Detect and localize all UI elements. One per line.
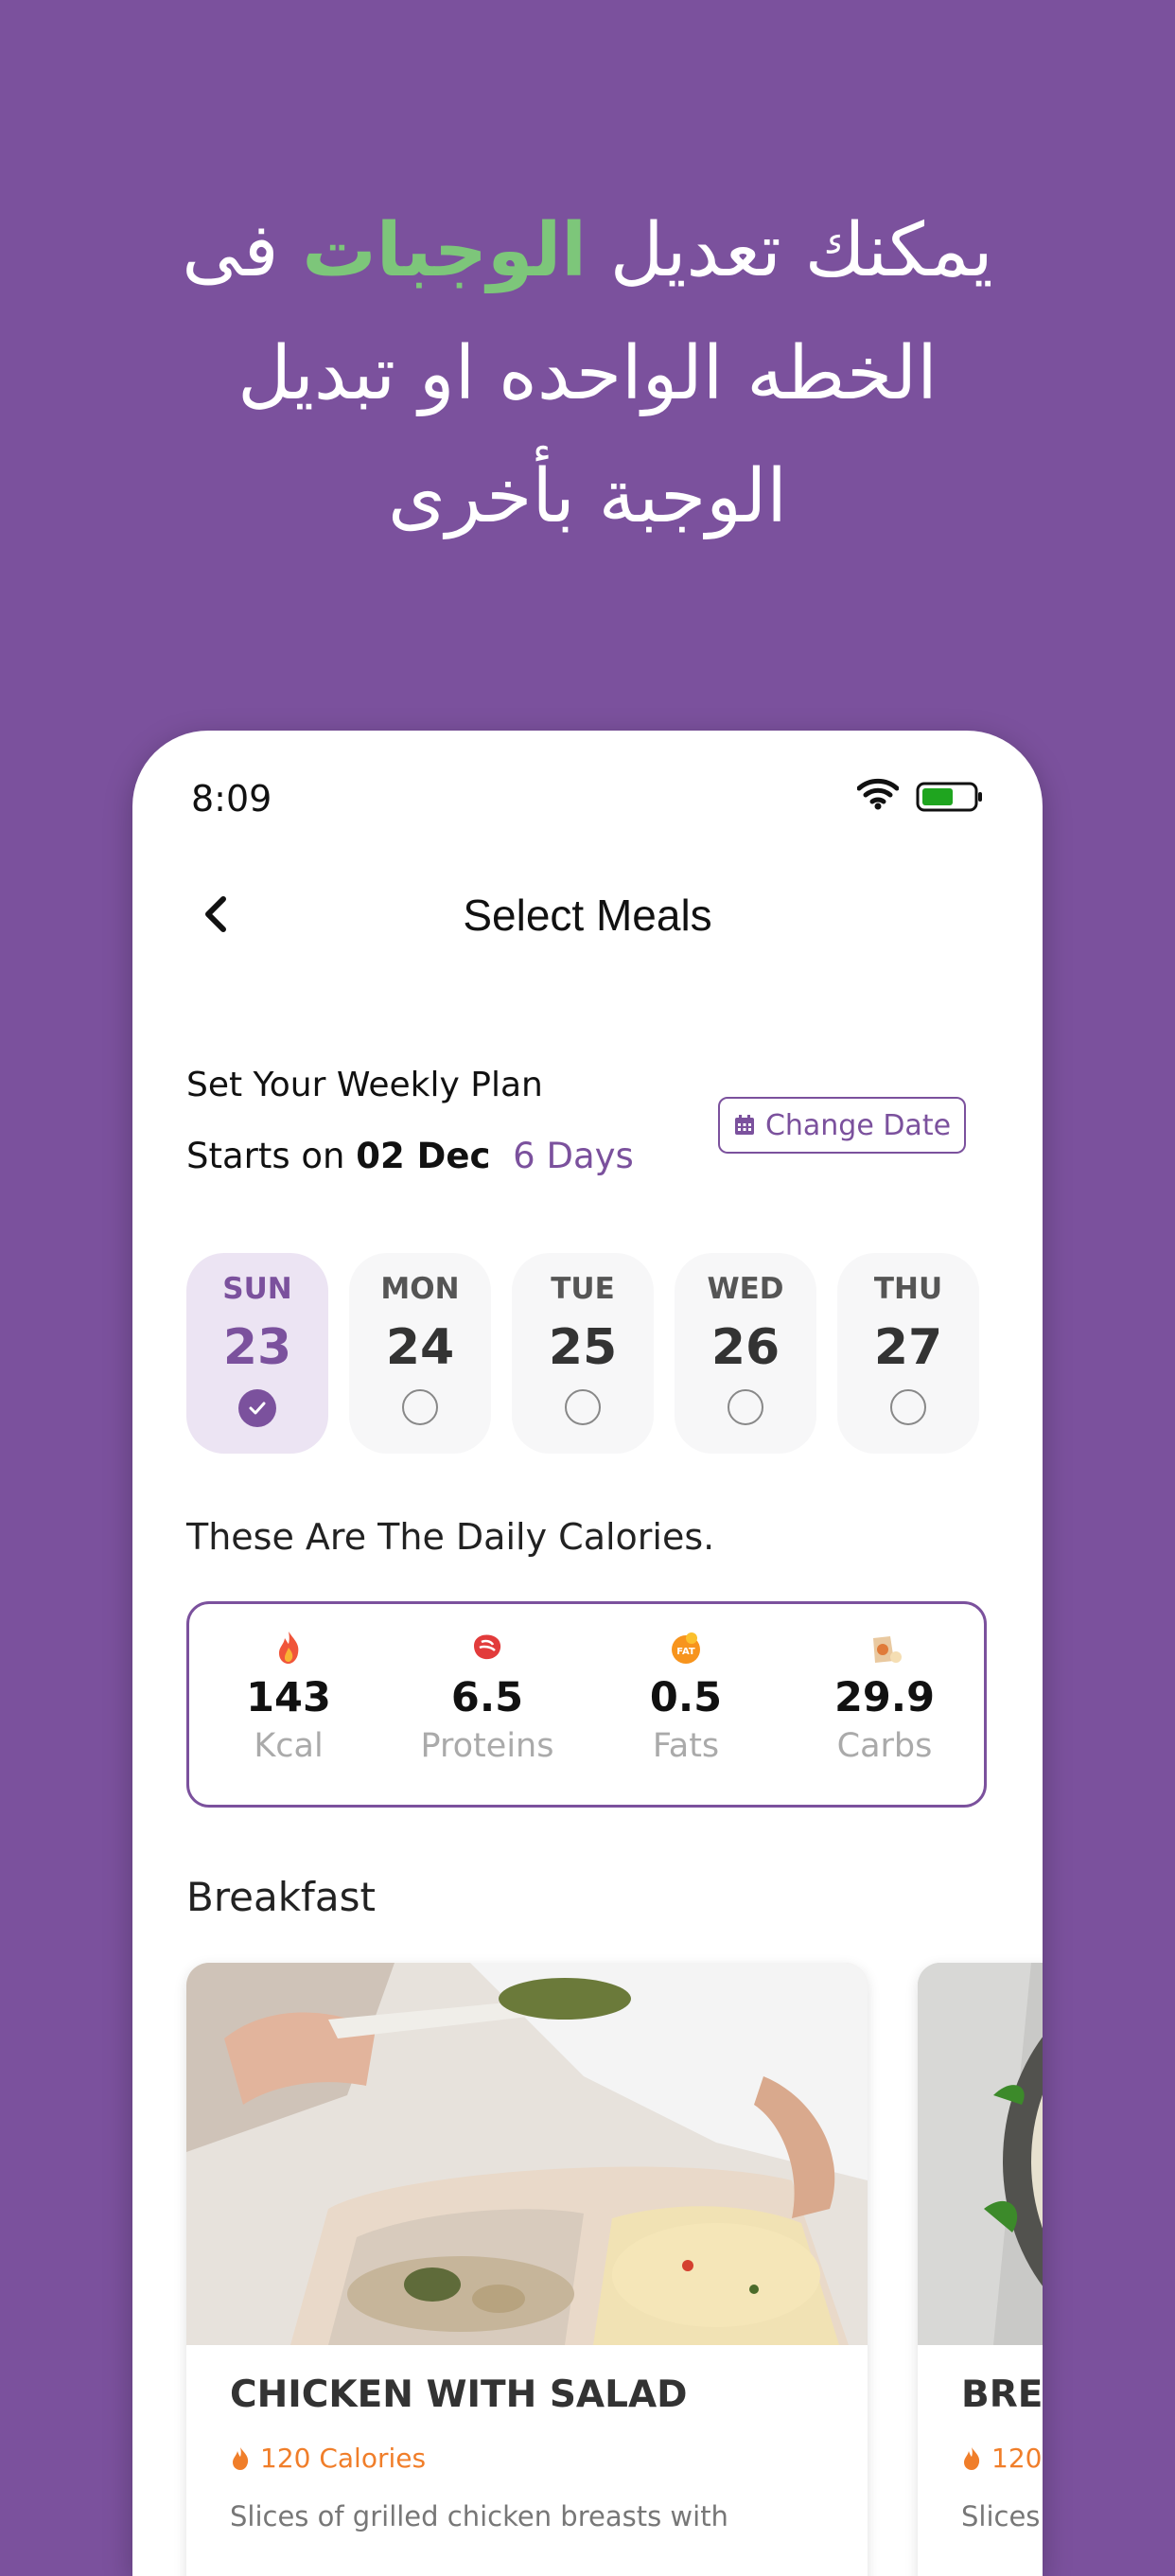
headline-line-2: الخطه الواحده او تبديل	[237, 331, 938, 416]
macro-carbs: 29.9 Carbs	[785, 1604, 984, 1805]
meal-card[interactable]: BREA 120 Slices	[918, 1963, 1043, 2576]
macro-proteins: 6.5 Proteins	[388, 1604, 587, 1805]
day-number: 26	[710, 1319, 780, 1376]
day-name: TUE	[551, 1272, 615, 1306]
day-name: SUN	[222, 1272, 292, 1306]
radio-circle-icon	[565, 1389, 601, 1425]
plan-title: Set Your Weekly Plan	[186, 1066, 543, 1104]
macro-label: Carbs	[836, 1727, 933, 1765]
phone-screen: 8:09 Select Meals Set Your Weekly Plan S…	[132, 731, 1043, 2576]
plan-duration: 6 Days	[513, 1136, 634, 1176]
nav-bar: Select Meals	[132, 873, 1043, 967]
meat-icon	[474, 1634, 501, 1660]
macro-fats: FAT 0.5 Fats	[587, 1604, 785, 1805]
check-circle-icon	[238, 1389, 276, 1427]
promo-headline: يمكنك تعديل الوجبات فى الخطه الواحده او …	[0, 189, 1175, 558]
macro-label: Fats	[652, 1727, 720, 1765]
plan-start-date: 02 Dec	[356, 1136, 491, 1176]
headline-line-1: يمكنك تعديل الوجبات فى	[182, 208, 993, 293]
macro-label: Kcal	[254, 1727, 324, 1765]
day-mon[interactable]: MON 24	[349, 1253, 491, 1454]
radio-circle-icon	[728, 1389, 763, 1425]
battery-icon	[916, 782, 984, 816]
macro-value: 143	[246, 1674, 331, 1721]
day-number: 24	[385, 1319, 455, 1376]
day-name: MON	[380, 1272, 460, 1306]
macro-value: 0.5	[649, 1674, 723, 1721]
carbs-icon	[873, 1636, 902, 1663]
meal-card[interactable]: CHICKEN WITH SALAD 120 Calories Slices o…	[186, 1963, 868, 2576]
flame-icon	[964, 2446, 980, 2470]
day-wed[interactable]: WED 26	[675, 1253, 816, 1454]
day-number: 23	[222, 1319, 292, 1376]
meal-description: Slices	[961, 2500, 1041, 2532]
day-sun[interactable]: SUN 23	[186, 1253, 328, 1454]
macro-label: Proteins	[420, 1727, 554, 1765]
calendar-icon	[734, 1115, 754, 1135]
page-title: Select Meals	[463, 891, 712, 940]
meal-info: BREA 120 Slices	[918, 2345, 1043, 2561]
flame-icon	[233, 2446, 249, 2470]
headline-highlight: الوجبات	[302, 208, 587, 293]
fat-icon: FAT	[672, 1632, 700, 1664]
day-thu[interactable]: THU 27	[837, 1253, 979, 1454]
day-selector: SUN 23 MON 24 TUE 25 WED 26 THU 27	[186, 1253, 979, 1454]
day-number: 27	[873, 1319, 943, 1376]
flame-icon	[279, 1632, 299, 1664]
status-bar: 8:09	[191, 776, 984, 823]
meal-info: CHICKEN WITH SALAD 120 Calories Slices o…	[186, 2345, 868, 2561]
meal-description: Slices of grilled chicken breasts with	[230, 2500, 728, 2532]
section-title-breakfast: Breakfast	[186, 1874, 376, 1920]
day-tue[interactable]: TUE 25	[512, 1253, 654, 1454]
meal-calories: 120	[961, 2443, 1043, 2474]
meal-calories: 120 Calories	[230, 2443, 824, 2474]
change-date-button[interactable]: Change Date	[718, 1097, 966, 1154]
day-name: WED	[707, 1272, 784, 1306]
headline-line-3: الوجبة بأخرى	[388, 454, 787, 539]
radio-circle-icon	[890, 1389, 926, 1425]
radio-circle-icon	[402, 1389, 438, 1425]
plan-start: Starts on 02 Dec 6 Days	[186, 1136, 634, 1176]
macro-value: 6.5	[450, 1674, 524, 1721]
meal-name: BREA	[961, 2373, 1043, 2416]
meal-image	[186, 1963, 868, 2345]
macros-summary: 143 Kcal 6.5 Proteins FAT 0.5 Fats 29.9 …	[186, 1601, 987, 1808]
svg-text:FAT: FAT	[676, 1647, 695, 1657]
wifi-icon	[856, 778, 900, 814]
macro-value: 29.9	[833, 1674, 936, 1721]
day-name: THU	[873, 1272, 943, 1306]
meal-image	[918, 1963, 1043, 2345]
calories-title: These Are The Daily Calories.	[186, 1516, 715, 1558]
change-date-label: Change Date	[764, 1108, 952, 1142]
meal-name: CHICKEN WITH SALAD	[230, 2373, 688, 2416]
status-time: 8:09	[191, 778, 272, 820]
macro-kcal: 143 Kcal	[189, 1604, 388, 1805]
day-number: 25	[548, 1319, 618, 1376]
